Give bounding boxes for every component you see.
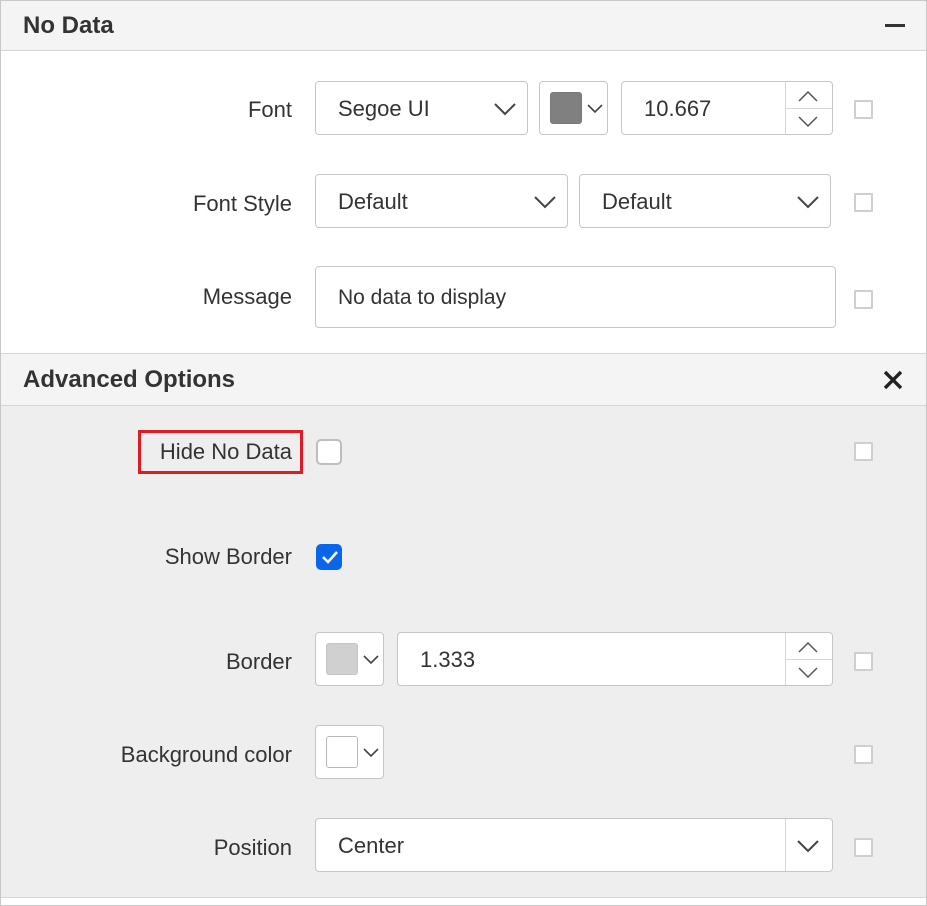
border-color-swatch	[326, 643, 358, 675]
chevron-down-icon	[587, 104, 603, 114]
chevron-down-icon	[363, 748, 379, 758]
font-weight-dropdown[interactable]: Default	[579, 174, 831, 228]
show-border-checkbox[interactable]	[316, 544, 342, 570]
message-override-checkbox[interactable]	[854, 290, 873, 309]
position-label: Position	[213, 835, 292, 860]
font-family-dropdown[interactable]: Segoe UI	[315, 81, 528, 135]
border-width-stepper[interactable]: 1.333	[397, 632, 833, 686]
border-override-checkbox[interactable]	[854, 652, 873, 671]
hide-no-data-checkbox[interactable]	[316, 439, 342, 465]
highlight-box	[138, 430, 303, 474]
font-color-picker[interactable]	[539, 81, 608, 135]
chevron-down-icon[interactable]	[797, 839, 819, 853]
properties-panel: No Data Font Segoe UI 10.667 Font Style …	[0, 0, 927, 906]
chevron-down-icon[interactable]	[798, 116, 818, 128]
chevron-down-icon	[797, 196, 819, 209]
font-family-value: Segoe UI	[338, 96, 430, 121]
background-color-label: Background color	[120, 742, 292, 767]
message-label: Message	[202, 284, 292, 309]
border-label: Border	[225, 649, 292, 674]
position-override-checkbox[interactable]	[854, 838, 873, 857]
advanced-options-title: Advanced Options	[23, 366, 236, 393]
no-data-section-title: No Data	[23, 12, 114, 39]
chevron-down-icon	[363, 655, 379, 665]
background-color-picker[interactable]	[315, 725, 384, 779]
background-color-swatch	[326, 736, 358, 768]
chevron-down-icon[interactable]	[798, 667, 818, 679]
minus-icon[interactable]	[885, 24, 905, 28]
font-override-checkbox[interactable]	[854, 100, 873, 119]
font-weight-value: Default	[602, 189, 672, 214]
section-divider	[1, 897, 926, 898]
hide-no-data-override-checkbox[interactable]	[854, 442, 873, 461]
font-size-value: 10.667	[644, 96, 712, 121]
font-style-override-checkbox[interactable]	[854, 193, 873, 212]
font-size-stepper[interactable]: 10.667	[621, 81, 833, 135]
font-style-label: Font Style	[192, 191, 292, 216]
chevron-down-icon	[534, 196, 556, 209]
position-value: Center	[338, 833, 405, 858]
background-color-override-checkbox[interactable]	[854, 745, 873, 764]
advanced-options-header[interactable]: Advanced Options	[1, 353, 926, 406]
checkmark-icon	[322, 551, 338, 564]
font-label: Font	[247, 97, 292, 122]
show-border-label: Show Border	[164, 544, 292, 569]
font-style-dropdown[interactable]: Default	[315, 174, 568, 228]
message-input[interactable]: No data to display	[315, 266, 836, 328]
chevron-down-icon	[494, 103, 516, 116]
border-width-value: 1.333	[420, 647, 476, 672]
close-icon[interactable]	[883, 370, 903, 390]
position-dropdown[interactable]: Center	[315, 818, 833, 872]
chevron-up-icon[interactable]	[798, 90, 818, 102]
message-value: No data to display	[338, 286, 507, 309]
chevron-up-icon[interactable]	[798, 641, 818, 653]
border-color-picker[interactable]	[315, 632, 384, 686]
font-style-value: Default	[338, 189, 408, 214]
no-data-section-header[interactable]: No Data	[1, 1, 926, 51]
font-color-swatch	[550, 92, 582, 124]
